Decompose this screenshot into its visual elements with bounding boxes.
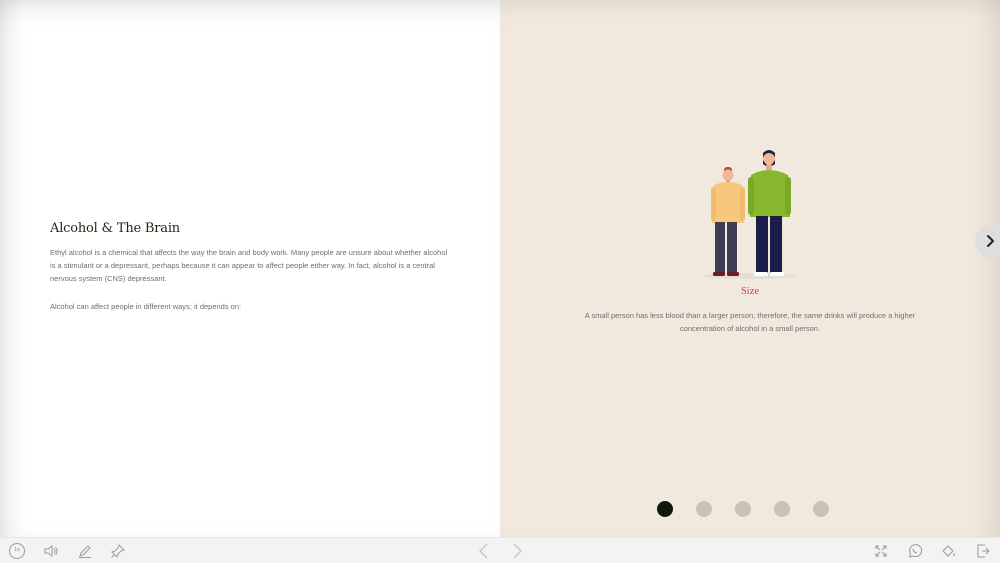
bottom-toolbar: 1x — [0, 537, 1000, 563]
course-slide: Alcohol & The Brain Ethyl alcohol is a c… — [0, 0, 1000, 563]
lesson-paragraph-1: Ethyl alcohol is a chemical that affects… — [50, 248, 448, 284]
exit-icon — [977, 544, 990, 558]
pin-button[interactable] — [109, 542, 127, 560]
exit-button[interactable] — [974, 542, 992, 560]
next-page-button[interactable] — [508, 542, 526, 560]
pencil-icon — [79, 545, 91, 558]
people-size-illustration — [704, 150, 796, 279]
pin-icon — [111, 544, 125, 558]
carousel-dot-2[interactable] — [696, 501, 712, 517]
chevron-right-icon — [987, 235, 994, 247]
fullscreen-button[interactable] — [872, 542, 890, 560]
carousel-pagination — [657, 501, 829, 517]
chevron-left-icon — [479, 543, 488, 559]
volume-button[interactable] — [42, 542, 60, 560]
carousel-dot-3[interactable] — [735, 501, 751, 517]
fullscreen-icon — [875, 545, 887, 557]
annotate-button[interactable] — [76, 542, 94, 560]
lesson-title: Alcohol & The Brain — [50, 221, 180, 236]
playback-speed-button[interactable]: 1x — [8, 542, 26, 560]
volume-icon — [44, 545, 58, 557]
card-description: A small person has less blood than a lar… — [584, 311, 916, 333]
carousel-dot-5[interactable] — [813, 501, 829, 517]
chevron-right-icon — [513, 543, 522, 559]
next-slide-button[interactable] — [975, 225, 1000, 258]
speed-label: 1x — [14, 547, 20, 553]
whatsapp-icon — [908, 544, 923, 558]
previous-page-button[interactable] — [475, 542, 493, 560]
theme-button[interactable] — [940, 542, 958, 560]
paint-bucket-icon — [942, 545, 955, 557]
carousel-dot-4[interactable] — [774, 501, 790, 517]
carousel-dot-1[interactable] — [657, 501, 673, 517]
left-content-panel: Alcohol & The Brain Ethyl alcohol is a c… — [0, 0, 500, 537]
lesson-paragraph-2: Alcohol can affect people in different w… — [50, 302, 242, 311]
card-heading: Size — [740, 286, 760, 297]
share-whatsapp-button[interactable] — [906, 542, 924, 560]
